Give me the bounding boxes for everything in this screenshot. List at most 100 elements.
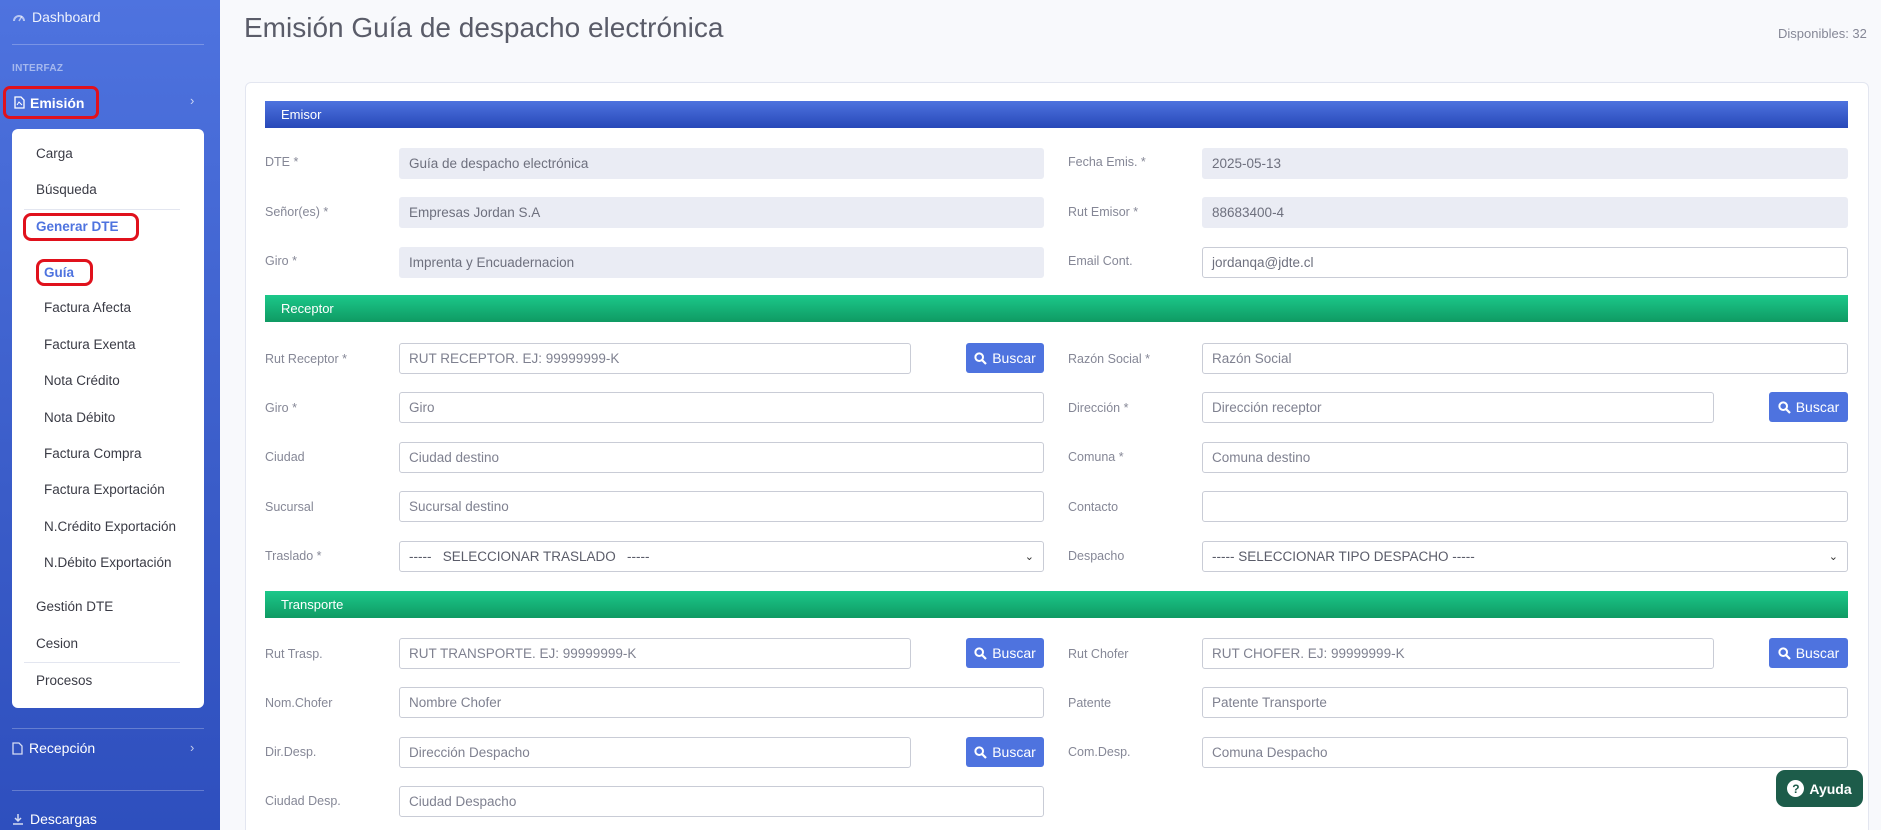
- ciudad-despacho-label: Ciudad Desp.: [265, 794, 341, 808]
- senores-label: Señor(es) *: [265, 205, 329, 219]
- ayuda-button[interactable]: ? Ayuda: [1776, 770, 1863, 807]
- dte-field[interactable]: Guía de despacho electrónica: [399, 148, 1044, 179]
- sidebar: Dashboard INTERFAZ Emisión › Carga Búsqu…: [0, 0, 220, 830]
- giro-emisor-label: Giro *: [265, 254, 297, 268]
- disponibles-counter: Disponibles: 32: [1778, 26, 1867, 41]
- senores-field[interactable]: Empresas Jordan S.A: [399, 197, 1044, 228]
- patente-label: Patente: [1068, 696, 1112, 710]
- razon-social-input[interactable]: Razón Social: [1202, 343, 1848, 374]
- ciudad-input[interactable]: Ciudad destino: [399, 442, 1044, 473]
- rut-emisor-label: Rut Emisor *: [1068, 205, 1139, 219]
- sidebar-heading: INTERFAZ: [12, 63, 64, 74]
- giro-receptor-input[interactable]: Giro: [399, 392, 1044, 423]
- sidebar-item-recepcion[interactable]: Recepción: [12, 740, 95, 756]
- ciudad-label: Ciudad: [265, 450, 305, 464]
- chevron-right-icon: ›: [190, 93, 195, 108]
- fecha-emision-field[interactable]: 2025-05-13: [1202, 148, 1848, 179]
- submenu-item-nota-debito[interactable]: Nota Débito: [44, 410, 115, 425]
- search-icon: [974, 351, 987, 365]
- submenu-item-ncredito-exportacion[interactable]: N.Crédito Exportación: [44, 519, 176, 534]
- sucursal-input[interactable]: Sucursal destino: [399, 491, 1044, 522]
- buscar-direccion-button[interactable]: Buscar: [1769, 392, 1848, 422]
- search-icon: [974, 646, 987, 660]
- dir-despacho-input[interactable]: Dirección Despacho: [399, 737, 911, 768]
- giro-receptor-label: Giro *: [265, 401, 297, 415]
- submenu-item-factura-exportacion[interactable]: Factura Exportación: [44, 482, 165, 497]
- dashboard-icon: [13, 15, 25, 22]
- section-title: Emisor: [281, 107, 322, 122]
- nombre-chofer-label: Nom.Chofer: [265, 696, 333, 710]
- submenu-divider: [24, 662, 180, 663]
- select-value: ----- SELECCIONAR TIPO DESPACHO -----: [1212, 549, 1475, 564]
- section-title: Transporte: [281, 597, 344, 612]
- page-title: Emisión Guía de despacho electrónica: [244, 12, 724, 43]
- section-header-receptor: Receptor: [265, 295, 1848, 322]
- comuna-input[interactable]: Comuna destino: [1202, 442, 1848, 473]
- buscar-receptor-button[interactable]: Buscar: [966, 343, 1044, 373]
- submenu-item-generar-dte[interactable]: Generar DTE: [36, 219, 119, 234]
- email-contacto-field[interactable]: jordanqa@jdte.cl: [1202, 247, 1848, 278]
- submenu-item-factura-compra[interactable]: Factura Compra: [44, 446, 142, 461]
- despacho-select[interactable]: ----- SELECCIONAR TIPO DESPACHO ----- ⌄: [1202, 541, 1848, 572]
- sidebar-item-label: Descargas: [30, 811, 97, 827]
- fecha-emision-label: Fecha Emis. *: [1068, 155, 1146, 169]
- ciudad-despacho-input[interactable]: Ciudad Despacho: [399, 786, 1044, 817]
- rut-chofer-label: Rut Chofer: [1068, 647, 1129, 661]
- section-title: Receptor: [281, 301, 334, 316]
- submenu-item-cesion[interactable]: Cesion: [36, 636, 78, 651]
- sidebar-divider: [12, 44, 204, 45]
- section-header-transporte: Transporte: [265, 591, 1848, 618]
- despacho-label: Despacho: [1068, 549, 1125, 563]
- buscar-dir-despacho-button[interactable]: Buscar: [966, 737, 1044, 767]
- rut-receptor-input[interactable]: RUT RECEPTOR. EJ: 99999999-K: [399, 343, 911, 374]
- button-label: Ayuda: [1809, 780, 1852, 797]
- sidebar-item-label: Dashboard: [32, 9, 101, 25]
- rut-emisor-field[interactable]: 88683400-4: [1202, 197, 1848, 228]
- button-label: Buscar: [1795, 399, 1840, 415]
- sidebar-item-label: Recepción: [29, 740, 96, 756]
- sidebar-item-dashboard[interactable]: Dashboard: [12, 6, 101, 28]
- chevron-down-icon: ⌄: [1828, 551, 1838, 563]
- submenu-item-nota-credito[interactable]: Nota Crédito: [44, 373, 120, 388]
- com-despacho-label: Com.Desp.: [1068, 745, 1131, 759]
- traslado-label: Traslado *: [265, 549, 322, 563]
- submenu-item-ndebito-exportacion[interactable]: N.Débito Exportación: [44, 555, 172, 570]
- sidebar-item-label: Emisión: [30, 94, 85, 111]
- contacto-input[interactable]: [1202, 491, 1848, 522]
- submenu-item-factura-afecta[interactable]: Factura Afecta: [44, 300, 131, 315]
- button-label: Buscar: [992, 350, 1036, 366]
- button-label: Buscar: [992, 744, 1036, 760]
- search-icon: [974, 745, 987, 759]
- patente-input[interactable]: Patente Transporte: [1202, 687, 1848, 718]
- traslado-select[interactable]: ----- SELECCIONAR TRASLADO ----- ⌄: [399, 541, 1044, 572]
- sidebar-divider: [12, 790, 204, 791]
- search-icon: [1778, 400, 1791, 414]
- search-icon: [1778, 646, 1791, 660]
- buscar-transporte-button[interactable]: Buscar: [966, 638, 1044, 668]
- submenu-item-gestion-dte[interactable]: Gestión DTE: [36, 599, 113, 614]
- com-despacho-input[interactable]: Comuna Despacho: [1202, 737, 1848, 768]
- submenu-item-carga[interactable]: Carga: [36, 146, 73, 161]
- file-pdf-icon: [14, 96, 25, 109]
- submenu-item-busqueda[interactable]: Búsqueda: [36, 182, 97, 197]
- email-contacto-label: Email Cont.: [1068, 254, 1133, 268]
- submenu-item-procesos[interactable]: Procesos: [36, 673, 92, 688]
- rut-transporte-label: Rut Trasp.: [265, 647, 323, 661]
- submenu-item-guia[interactable]: Guía: [44, 265, 74, 280]
- rut-transporte-input[interactable]: RUT TRANSPORTE. EJ: 99999999-K: [399, 638, 911, 669]
- buscar-chofer-button[interactable]: Buscar: [1769, 638, 1848, 668]
- chevron-right-icon: ›: [190, 740, 195, 755]
- button-label: Buscar: [992, 645, 1036, 661]
- sucursal-label: Sucursal: [265, 500, 314, 514]
- sidebar-item-emision[interactable]: Emisión: [3, 86, 99, 119]
- sidebar-divider: [12, 728, 204, 729]
- direccion-receptor-input[interactable]: Dirección receptor: [1202, 392, 1714, 423]
- sidebar-item-descargas[interactable]: Descargas: [12, 811, 97, 827]
- submenu-item-factura-exenta[interactable]: Factura Exenta: [44, 337, 136, 352]
- section-header-emisor: Emisor: [265, 101, 1848, 128]
- nombre-chofer-input[interactable]: Nombre Chofer: [399, 687, 1044, 718]
- rut-chofer-input[interactable]: RUT CHOFER. EJ: 99999999-K: [1202, 638, 1714, 669]
- button-label: Buscar: [1795, 645, 1840, 661]
- giro-emisor-field[interactable]: Imprenta y Encuadernacion: [399, 247, 1044, 278]
- submenu-divider: [24, 209, 180, 210]
